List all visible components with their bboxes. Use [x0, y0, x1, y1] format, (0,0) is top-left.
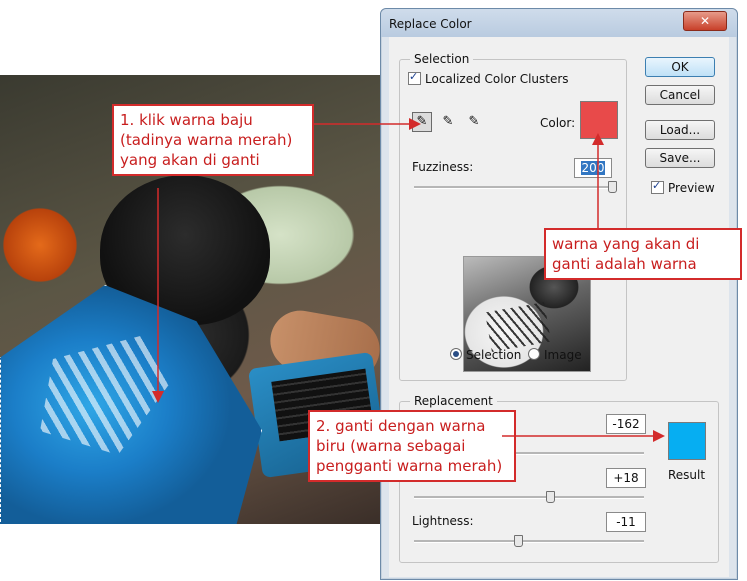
lightness-label: Lightness: [412, 514, 474, 528]
saturation-slider-thumb[interactable] [545, 491, 555, 503]
annotation-note-3: 2. ganti dengan warna biru (warna sebaga… [308, 410, 516, 482]
eyedropper-plus-icon[interactable]: ✎ [438, 112, 458, 132]
fuzziness-slider-track[interactable] [414, 186, 614, 189]
result-color-swatch[interactable] [668, 422, 706, 460]
preview-shirt-print [484, 302, 552, 352]
ok-button[interactable]: OK [645, 57, 715, 77]
lightness-slider-track[interactable] [414, 540, 644, 543]
lightness-slider-thumb[interactable] [513, 535, 523, 547]
close-button[interactable]: ✕ [683, 11, 727, 31]
note1-line1: 1. klik warna baju [120, 111, 253, 129]
lightness-input[interactable]: -11 [606, 512, 646, 532]
fuzziness-label: Fuzziness: [412, 160, 474, 174]
selection-radio-label: Selection [466, 348, 522, 362]
saturation-value: +18 [613, 471, 639, 485]
dialog-client: Selection Localized Color Clusters ✎ ✎ ✎… [389, 37, 729, 577]
color-label: Color: [540, 116, 576, 130]
note2-line2: ganti adalah warna [552, 255, 697, 273]
preview-option[interactable]: Preview [651, 179, 715, 195]
load-button[interactable]: Load... [645, 120, 715, 140]
view-image-option[interactable]: Image [528, 348, 582, 362]
note1-line3: yang akan di ganti [120, 151, 260, 169]
selection-group-label: Selection [410, 52, 474, 66]
eyedropper-minus-icon[interactable]: ✎ [464, 112, 484, 132]
image-radio-label: Image [544, 348, 582, 362]
replacement-group-label: Replacement [410, 394, 497, 408]
note3-line2: biru (warna sebagai [316, 437, 466, 455]
image-radio[interactable] [528, 348, 540, 360]
sample-color-swatch[interactable] [580, 101, 618, 139]
eyedropper-icon[interactable]: ✎ [412, 112, 432, 132]
fuzziness-value: 200 [580, 161, 606, 175]
selection-radio[interactable] [450, 348, 462, 360]
save-button[interactable]: Save... [645, 148, 715, 168]
title-bar: Replace Color ✕ [381, 9, 737, 37]
hue-input[interactable]: -162 [606, 414, 646, 434]
preview-checkbox[interactable] [651, 179, 664, 194]
hue-value: -162 [612, 417, 640, 431]
dialog-title: Replace Color [389, 17, 472, 31]
lightness-value: -11 [616, 515, 636, 529]
note1-line2: (tadinya warna merah) [120, 131, 293, 149]
localized-clusters-checkbox[interactable] [408, 70, 421, 85]
note3-line3: pengganti warna merah) [316, 457, 503, 475]
fuzziness-slider-thumb[interactable] [608, 181, 617, 193]
preview-label: Preview [668, 181, 715, 195]
annotation-note-2: warna yang akan di ganti adalah warna [544, 228, 742, 280]
fuzziness-input[interactable]: 200 [574, 158, 612, 178]
localized-clusters-label: Localized Color Clusters [425, 72, 569, 86]
close-icon: ✕ [699, 14, 711, 28]
cancel-button[interactable]: Cancel [645, 85, 715, 105]
replace-color-dialog: Replace Color ✕ Selection Localized Colo… [380, 8, 738, 580]
localized-clusters-option[interactable]: Localized Color Clusters [408, 70, 569, 86]
note3-line1: 2. ganti dengan warna [316, 417, 486, 435]
note2-line1: warna yang akan di [552, 235, 700, 253]
view-selection-option[interactable]: Selection [450, 348, 521, 362]
annotation-note-1: 1. klik warna baju (tadinya warna merah)… [112, 104, 314, 176]
saturation-input[interactable]: +18 [606, 468, 646, 488]
saturation-slider-track[interactable] [414, 496, 644, 499]
result-label: Result [668, 468, 706, 482]
selection-group: Selection Localized Color Clusters ✎ ✎ ✎… [399, 52, 627, 381]
